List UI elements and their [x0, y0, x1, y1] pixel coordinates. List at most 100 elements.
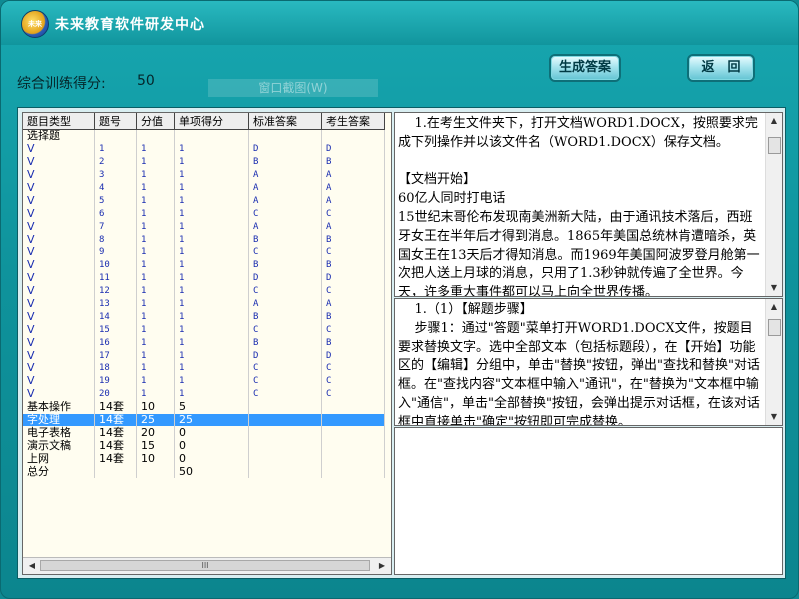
table-row[interactable]: 演示文稿 14套 15 0: [23, 439, 385, 453]
table-row[interactable]: V 10 1 1 B B: [23, 258, 385, 272]
column-header-type[interactable]: 题目类型: [23, 113, 95, 130]
cell-score: 1: [136, 349, 175, 363]
cell-type: V: [23, 297, 95, 311]
cell-number: [94, 465, 137, 479]
cell-user-answer: B: [321, 233, 385, 247]
table-row[interactable]: V 12 1 1 C C: [23, 284, 385, 298]
answer-textbox[interactable]: [394, 427, 783, 575]
steps-textbox[interactable]: 1.（1）【解题步骤】 步骤1：通过"答题"菜单打开WORD1.DOCX文件，按…: [394, 298, 783, 426]
table-row[interactable]: V 19 1 1 C C: [23, 374, 385, 388]
table-row[interactable]: V 13 1 1 A A: [23, 297, 385, 311]
table-row[interactable]: V 15 1 1 C C: [23, 323, 385, 337]
table-row[interactable]: V311AA: [23, 168, 385, 182]
table-row[interactable]: 总分 50: [23, 465, 385, 479]
cell-number: [94, 129, 137, 143]
question-textbox[interactable]: 1.在考生文件夹下，打开文档WORD1.DOCX，按照要求完成下列操作并以该文件…: [394, 112, 783, 297]
scroll-down-icon[interactable]: ▼: [766, 409, 782, 425]
generate-answer-button[interactable]: 生成答案: [549, 54, 621, 82]
table-row[interactable]: V811BB: [23, 233, 385, 247]
cell-score: 1: [136, 336, 175, 350]
cell-standard-answer: D: [248, 271, 322, 285]
cell-standard-answer: C: [248, 284, 322, 298]
cell-score: [136, 129, 175, 143]
cell-score: 1: [136, 297, 175, 311]
table-row[interactable]: V 16 1 1 B B: [23, 336, 385, 350]
table-row[interactable]: V411AA: [23, 181, 385, 195]
column-header-score[interactable]: 分值: [136, 113, 175, 130]
cell-score: 1: [136, 207, 175, 221]
scroll-left-icon[interactable]: ◀: [25, 560, 39, 572]
cell-user-answer: [321, 129, 385, 143]
cell-standard-answer: [248, 439, 322, 453]
question-vertical-scrollbar[interactable]: ▲ ▼: [765, 113, 782, 296]
cell-user-answer: C: [321, 246, 385, 259]
cell-type: V: [23, 258, 95, 272]
table-row[interactable]: V711AA: [23, 220, 385, 234]
window-capture-ghost: 窗口截图(W): [208, 79, 378, 97]
cell-number: 17: [94, 349, 137, 363]
score-table: 题目类型 题号 分值 单项得分 标准答案 考生答案 选择题 V 1 1 1 D D V 2 1 1 B…: [23, 113, 385, 479]
table-row[interactable]: V111DD: [23, 142, 385, 156]
steps-scroll-thumb[interactable]: [768, 319, 781, 336]
cell-type: 演示文稿: [23, 439, 95, 453]
table-row[interactable]: V 18 1 1 C C: [23, 362, 385, 375]
table-row[interactable]: 基本操作 14套 10 5: [23, 400, 385, 414]
cell-number: 14套: [94, 400, 137, 414]
cell-standard-answer: C: [248, 246, 322, 259]
cell-score: 1: [136, 258, 175, 272]
scroll-up-icon[interactable]: ▲: [766, 299, 782, 315]
cell-type: V: [23, 220, 95, 234]
table-row[interactable]: 电子表格 14套 20 0: [23, 426, 385, 440]
table-row[interactable]: V 11 1 1 D D: [23, 271, 385, 285]
cell-user-answer: B: [321, 310, 385, 324]
cell-score: [136, 465, 175, 479]
table-row[interactable]: V 14 1 1 B B: [23, 310, 385, 324]
cell-score: 15: [136, 439, 175, 453]
table-row[interactable]: V911CC: [23, 246, 385, 259]
cell-number: 11: [94, 271, 137, 285]
table-row[interactable]: V 20 1 1 C C: [23, 387, 385, 401]
question-scroll-thumb[interactable]: [768, 137, 781, 154]
cell-number: 5: [94, 194, 137, 208]
back-button[interactable]: 返 回: [687, 54, 755, 82]
cell-standard-answer: B: [248, 258, 322, 272]
cell-number: 20: [94, 387, 137, 401]
table-row[interactable]: V511AA: [23, 194, 385, 208]
cell-standard-answer: [248, 465, 322, 479]
scroll-right-icon[interactable]: ▶: [375, 560, 389, 572]
cell-type: V: [23, 194, 95, 208]
cell-score: 20: [136, 426, 175, 440]
column-header-number[interactable]: 题号: [94, 113, 137, 130]
cell-single-score: 0: [174, 452, 249, 466]
cell-standard-answer: D: [248, 349, 322, 363]
cell-user-answer: C: [321, 387, 385, 401]
table-row[interactable]: 选择题: [23, 129, 385, 143]
cell-user-answer: C: [321, 323, 385, 337]
column-header-single-score[interactable]: 单项得分: [174, 113, 249, 130]
cell-user-answer: [321, 413, 385, 427]
scroll-down-icon[interactable]: ▼: [766, 280, 782, 296]
table-row[interactable]: V211BB: [23, 155, 385, 169]
cell-type: V: [23, 207, 95, 221]
cell-score: 1: [136, 168, 175, 182]
steps-vertical-scrollbar[interactable]: ▲ ▼: [765, 299, 782, 425]
table-row[interactable]: 上网 14套 10 0: [23, 452, 385, 466]
cell-number: 16: [94, 336, 137, 350]
cell-number: 14: [94, 310, 137, 324]
cell-type: V: [23, 271, 95, 285]
cell-number: 14套: [94, 413, 137, 427]
scroll-thumb[interactable]: III: [40, 560, 370, 571]
cell-score: 25: [136, 413, 175, 427]
column-header-user-answer[interactable]: 考生答案: [321, 113, 385, 130]
table-row[interactable]: 字处理 14套 25 25: [23, 413, 385, 427]
table-row[interactable]: V611CC: [23, 207, 385, 221]
cell-standard-answer: [248, 452, 322, 466]
cell-single-score: 1: [174, 374, 249, 388]
cell-type: V: [23, 155, 95, 169]
column-header-standard-answer[interactable]: 标准答案: [248, 113, 322, 130]
scroll-up-icon[interactable]: ▲: [766, 113, 782, 129]
cell-score: 1: [136, 194, 175, 208]
cell-type: 基本操作: [23, 400, 95, 414]
table-row[interactable]: V 17 1 1 D D: [23, 349, 385, 363]
horizontal-scrollbar[interactable]: ◀ III ▶: [23, 557, 391, 574]
